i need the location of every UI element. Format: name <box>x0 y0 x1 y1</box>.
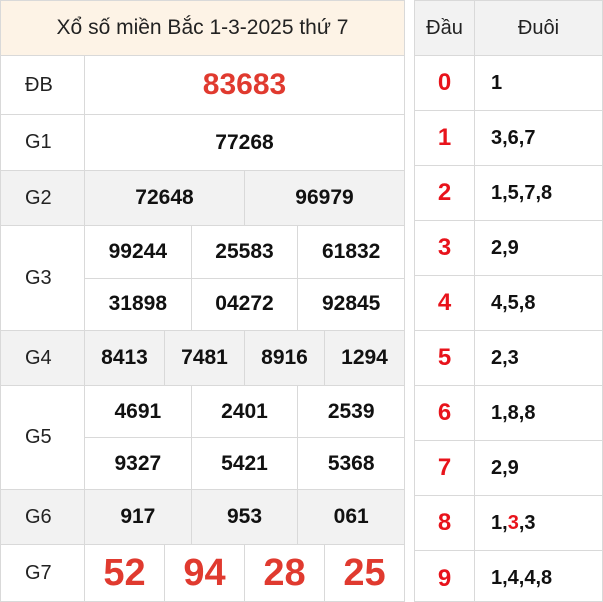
prize-number: 1294 <box>324 331 404 385</box>
prize-number: 04272 <box>190 278 298 330</box>
prize-number: 4691 <box>114 399 162 423</box>
prize-number: 5421 <box>190 438 298 489</box>
prize-label: G5 <box>1 386 85 489</box>
prize-row-g7: G7 52 94 28 25 <box>1 545 404 601</box>
loto-dau: 8 <box>415 496 475 550</box>
loto-row: 2 1,5,7,8 <box>415 166 602 221</box>
loto-duoi: 4,5,8 <box>491 291 536 314</box>
loto-dau: 9 <box>415 551 475 602</box>
loto-duoi: 1, 3,3 <box>475 496 602 550</box>
loto-duoi: 3,6,7 <box>491 126 536 149</box>
loto-dau: 1 <box>415 111 475 165</box>
prize-row-db: ĐB 83683 <box>1 56 404 115</box>
prize-row-g3: G3 99244 25583 61832 31898 04272 92845 <box>1 226 404 331</box>
loto-dau: 0 <box>415 56 475 110</box>
page-title: Xổ số miền Bắc 1-3-2025 thứ 7 <box>1 1 404 56</box>
prize-number: 8916 <box>244 331 324 385</box>
prize-number: 5368 <box>297 438 404 489</box>
prize-number: 96979 <box>244 171 404 225</box>
prize-number: 917 <box>120 505 156 528</box>
prize-number: 7481 <box>164 331 244 385</box>
loto-duoi: 1,4,4,8 <box>491 567 553 589</box>
loto-dau: 2 <box>415 166 475 220</box>
prize-number: 61832 <box>297 226 404 278</box>
loto-row: 4 4,5,8 <box>415 276 602 331</box>
loto-dau: 6 <box>415 386 475 440</box>
prize-label: G4 <box>1 331 85 385</box>
loto-row: 3 2,9 <box>415 221 602 276</box>
header-duoi: Đuôi <box>517 16 560 39</box>
loto-dau: 4 <box>415 276 475 330</box>
prize-number: 28 <box>244 545 324 601</box>
prize-row-g1: G1 77268 <box>1 115 404 171</box>
loto-header: Đầu Đuôi <box>415 1 602 56</box>
prize-number: 2401 <box>190 386 298 437</box>
loto-dau: 3 <box>415 221 475 275</box>
prize-row-g6: G6 917 953 061 <box>1 490 404 545</box>
prize-number: 72648 <box>135 186 194 209</box>
prize-number: 52 <box>103 551 146 594</box>
loto-duoi-highlight: 3 <box>507 511 519 534</box>
loto-row: 6 1,8,8 <box>415 386 602 441</box>
prize-number: 25 <box>324 545 404 601</box>
loto-duoi: 2,9 <box>491 456 519 479</box>
prize-number: 061 <box>297 490 404 544</box>
prize-number: 953 <box>190 490 298 544</box>
loto-duoi: 1,8,8 <box>491 401 536 424</box>
loto-row: 0 1 <box>415 56 602 111</box>
prize-row-g5: G5 4691 2401 2539 9327 5421 5368 <box>1 386 404 490</box>
loto-duoi: 1 <box>491 71 503 94</box>
header-dau: Đầu <box>415 1 475 55</box>
loto-row: 8 1, 3,3 <box>415 496 602 551</box>
prize-number: 77268 <box>215 130 274 154</box>
prize-label: ĐB <box>1 56 85 114</box>
loto-duoi-part: 1, <box>491 511 508 534</box>
loto-row: 7 2,9 <box>415 441 602 496</box>
prize-number: 8413 <box>101 346 148 369</box>
results-table: Xổ số miền Bắc 1-3-2025 thứ 7 ĐB 83683 G… <box>0 0 405 602</box>
special-prize-number: 83683 <box>202 68 287 101</box>
loto-duoi: 2,3 <box>491 346 519 369</box>
loto-row: 1 3,6,7 <box>415 111 602 166</box>
prize-label: G7 <box>1 545 85 601</box>
prize-number: 25583 <box>190 226 298 278</box>
loto-table: Đầu Đuôi 0 1 1 3,6,7 2 1,5,7,8 3 2,9 4 4… <box>414 0 603 602</box>
loto-row: 9 1,4,4,8 <box>415 551 602 602</box>
prize-number: 94 <box>164 545 244 601</box>
loto-duoi-part: ,3 <box>518 511 536 534</box>
prize-number: 92845 <box>297 278 404 330</box>
loto-dau: 5 <box>415 331 475 385</box>
prize-label: G3 <box>1 226 85 330</box>
loto-duoi: 1,5,7,8 <box>491 181 553 204</box>
prize-label: G6 <box>1 490 85 544</box>
prize-number: 99244 <box>108 239 168 263</box>
prize-label: G1 <box>1 115 85 170</box>
prize-number: 9327 <box>114 451 162 475</box>
prize-number: 31898 <box>108 292 168 316</box>
prize-label: G2 <box>1 171 85 225</box>
loto-row: 5 2,3 <box>415 331 602 386</box>
loto-dau: 7 <box>415 441 475 495</box>
prize-number: 2539 <box>297 386 404 437</box>
loto-duoi: 2,9 <box>491 236 519 259</box>
prize-row-g2: G2 72648 96979 <box>1 171 404 226</box>
prize-row-g4: G4 8413 7481 8916 1294 <box>1 331 404 386</box>
